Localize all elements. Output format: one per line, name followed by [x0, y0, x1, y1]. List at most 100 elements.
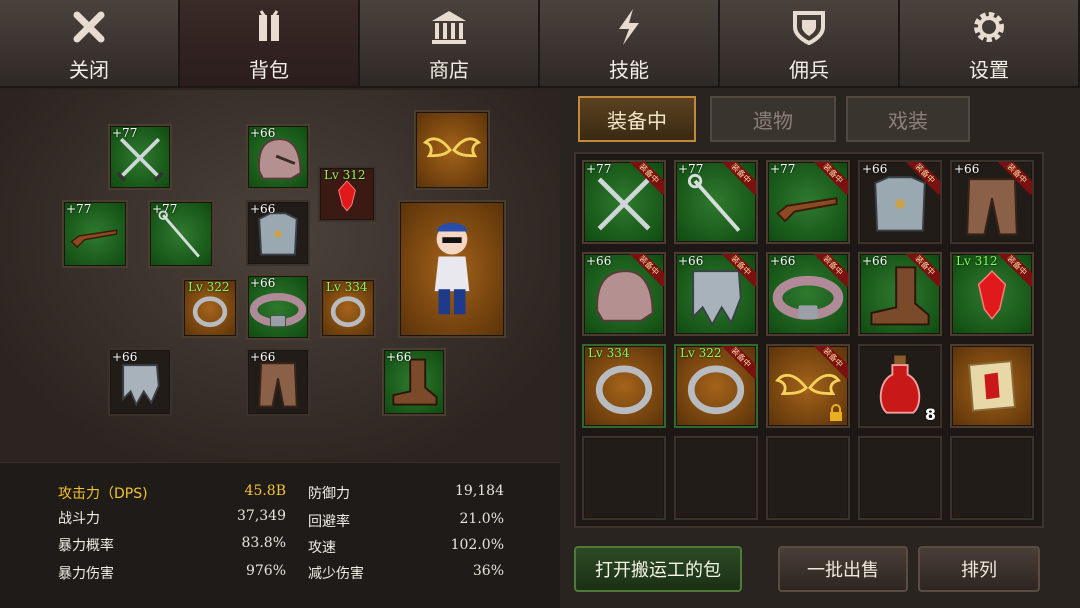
tab-mercenary[interactable]: 佣兵 [720, 0, 900, 86]
character-portrait[interactable] [398, 200, 506, 338]
level-badge: Lv 312 [956, 254, 998, 268]
stat-value-crit-rate: 83.8% [241, 535, 286, 551]
tab-shop[interactable]: 商店 [360, 0, 540, 86]
stat-value-attack-speed: 102.0% [450, 537, 504, 553]
inventory-slot[interactable]: 装备中 [766, 344, 850, 428]
equip-slot-belt[interactable]: +66 [246, 274, 310, 340]
level-badge: Lv 334 [588, 346, 630, 360]
level-badge: Lv 322 [188, 280, 230, 294]
sort-button[interactable]: 排列 [918, 546, 1040, 592]
inventory-slot-empty[interactable] [950, 436, 1034, 520]
enhance-badge: +66 [250, 350, 276, 364]
stat-value-crit-damage: 976% [245, 563, 286, 579]
open-porter-bag-button[interactable]: 打开搬运工的包 [574, 546, 742, 592]
stat-label-attack: 攻击力（DPS) [58, 486, 148, 502]
inventory-panel: 装备中 遗物 戏装 +77 装备中 +77 装备中 +77 装备中 +66 装备… [566, 90, 1080, 608]
inventory-slot[interactable]: +66 装备中 [674, 252, 758, 336]
scroll-icon [968, 360, 1016, 412]
inventory-slot[interactable]: +66 装备中 [858, 160, 942, 244]
enhance-badge: +77 [112, 126, 138, 140]
inventory-slot-empty[interactable] [674, 436, 758, 520]
stat-value-power: 37,349 [237, 508, 286, 524]
inventory-slot[interactable]: +66 装备中 [582, 252, 666, 336]
stat-label-damage-reduction: 减少伤害 [308, 566, 364, 582]
equipped-tag: 装备中 [814, 346, 848, 380]
tab-label: 关闭 [69, 58, 109, 82]
enhance-badge: +66 [250, 276, 276, 290]
equipped-tag: 装备中 [998, 162, 1032, 196]
inventory-slot[interactable]: +66 装备中 [950, 160, 1034, 244]
equip-slot-rifle[interactable]: +77 [62, 200, 128, 268]
enhance-badge: +77 [152, 202, 178, 216]
enhance-badge: +77 [770, 162, 796, 176]
equipment-panel: +77 +66 Lv 312 +77 +77 +66 Lv 322 +66 Lv… [0, 90, 560, 460]
subtab-costume[interactable]: 戏装 [846, 96, 970, 142]
inventory-slot[interactable]: +66 装备中 [766, 252, 850, 336]
equip-slot-gem[interactable]: Lv 312 [318, 166, 376, 222]
level-badge: Lv 334 [326, 280, 368, 294]
close-icon [68, 6, 110, 48]
equip-slot-helmet[interactable]: +66 [246, 124, 310, 190]
equipped-tag: 装备中 [630, 162, 664, 196]
equipped-tag: 装备中 [906, 254, 940, 288]
tab-label: 商店 [429, 58, 469, 82]
equipped-tag: 装备中 [630, 254, 664, 288]
inventory-slot[interactable]: +77 装备中 [582, 160, 666, 244]
lock-icon [830, 404, 842, 421]
tab-skill[interactable]: 技能 [540, 0, 720, 86]
enhance-badge: +66 [770, 254, 796, 268]
enhance-badge: +77 [66, 202, 92, 216]
inventory-grid: +77 装备中 +77 装备中 +77 装备中 +66 装备中 +66 装备中 … [574, 152, 1044, 528]
inventory-slot-empty[interactable] [582, 436, 666, 520]
equip-slot-weapon-main[interactable]: +77 [108, 124, 172, 190]
stat-label-evasion: 回避率 [308, 514, 350, 530]
equipped-tag: 装备中 [722, 162, 756, 196]
inventory-slot[interactable]: +77 装备中 [766, 160, 850, 244]
stat-label-crit-rate: 暴力概率 [58, 538, 114, 554]
backpack-icon [248, 6, 290, 48]
stat-label-crit-damage: 暴力伤害 [58, 566, 114, 582]
equip-slot-staff[interactable]: +77 [148, 200, 214, 268]
tab-close[interactable]: 关闭 [0, 0, 180, 86]
equipped-tag: 装备中 [722, 346, 756, 380]
equip-slot-boots[interactable]: +66 [382, 348, 446, 416]
inventory-slot[interactable]: Lv 312 装备中 [950, 252, 1034, 336]
equip-slot-wings[interactable] [414, 110, 490, 190]
equip-slot-ring-left[interactable]: Lv 322 [182, 278, 238, 338]
subtab-equipped[interactable]: 装备中 [578, 96, 696, 142]
enhance-badge: +66 [954, 162, 980, 176]
tab-backpack[interactable]: 背包 [180, 0, 360, 86]
equipped-tag: 装备中 [722, 254, 756, 288]
top-nav-bar: 关闭 背包 商店 技能 佣兵 设置 [0, 0, 1080, 88]
equip-slot-armor[interactable]: +66 [246, 200, 310, 266]
enhance-badge: +66 [678, 254, 704, 268]
level-badge: Lv 322 [680, 346, 722, 360]
equipped-tag: 装备中 [998, 254, 1032, 288]
inventory-slot[interactable]: Lv 334 [582, 344, 666, 428]
subtab-relics[interactable]: 遗物 [710, 96, 836, 142]
equip-slot-gauntlet[interactable]: +66 [108, 348, 172, 416]
inventory-slot[interactable]: +66 装备中 [858, 252, 942, 336]
level-badge: Lv 312 [324, 168, 366, 182]
enhance-badge: +66 [250, 126, 276, 140]
inventory-slot[interactable]: Lv 322 装备中 [674, 344, 758, 428]
tab-settings[interactable]: 设置 [900, 0, 1080, 86]
inventory-slot[interactable]: +77 装备中 [674, 160, 758, 244]
stat-label-power: 战斗力 [58, 511, 100, 527]
inventory-slot[interactable] [950, 344, 1034, 428]
enhance-badge: +66 [386, 350, 412, 364]
equipped-tag: 装备中 [814, 254, 848, 288]
equip-slot-ring-right[interactable]: Lv 334 [320, 278, 376, 338]
inventory-slot-empty[interactable] [858, 436, 942, 520]
inventory-slot-empty[interactable] [766, 436, 850, 520]
stat-value-evasion: 21.0% [459, 511, 504, 527]
skill-icon [608, 6, 650, 48]
equip-slot-pants[interactable]: +66 [246, 348, 310, 416]
bulk-sell-button[interactable]: 一批出售 [778, 546, 908, 592]
wings-icon [422, 137, 482, 158]
inventory-slot[interactable]: 8 [858, 344, 942, 428]
shield-icon [788, 6, 830, 48]
shop-icon [428, 6, 470, 48]
stat-value-damage-reduction: 36% [472, 563, 504, 579]
enhance-badge: +66 [112, 350, 138, 364]
